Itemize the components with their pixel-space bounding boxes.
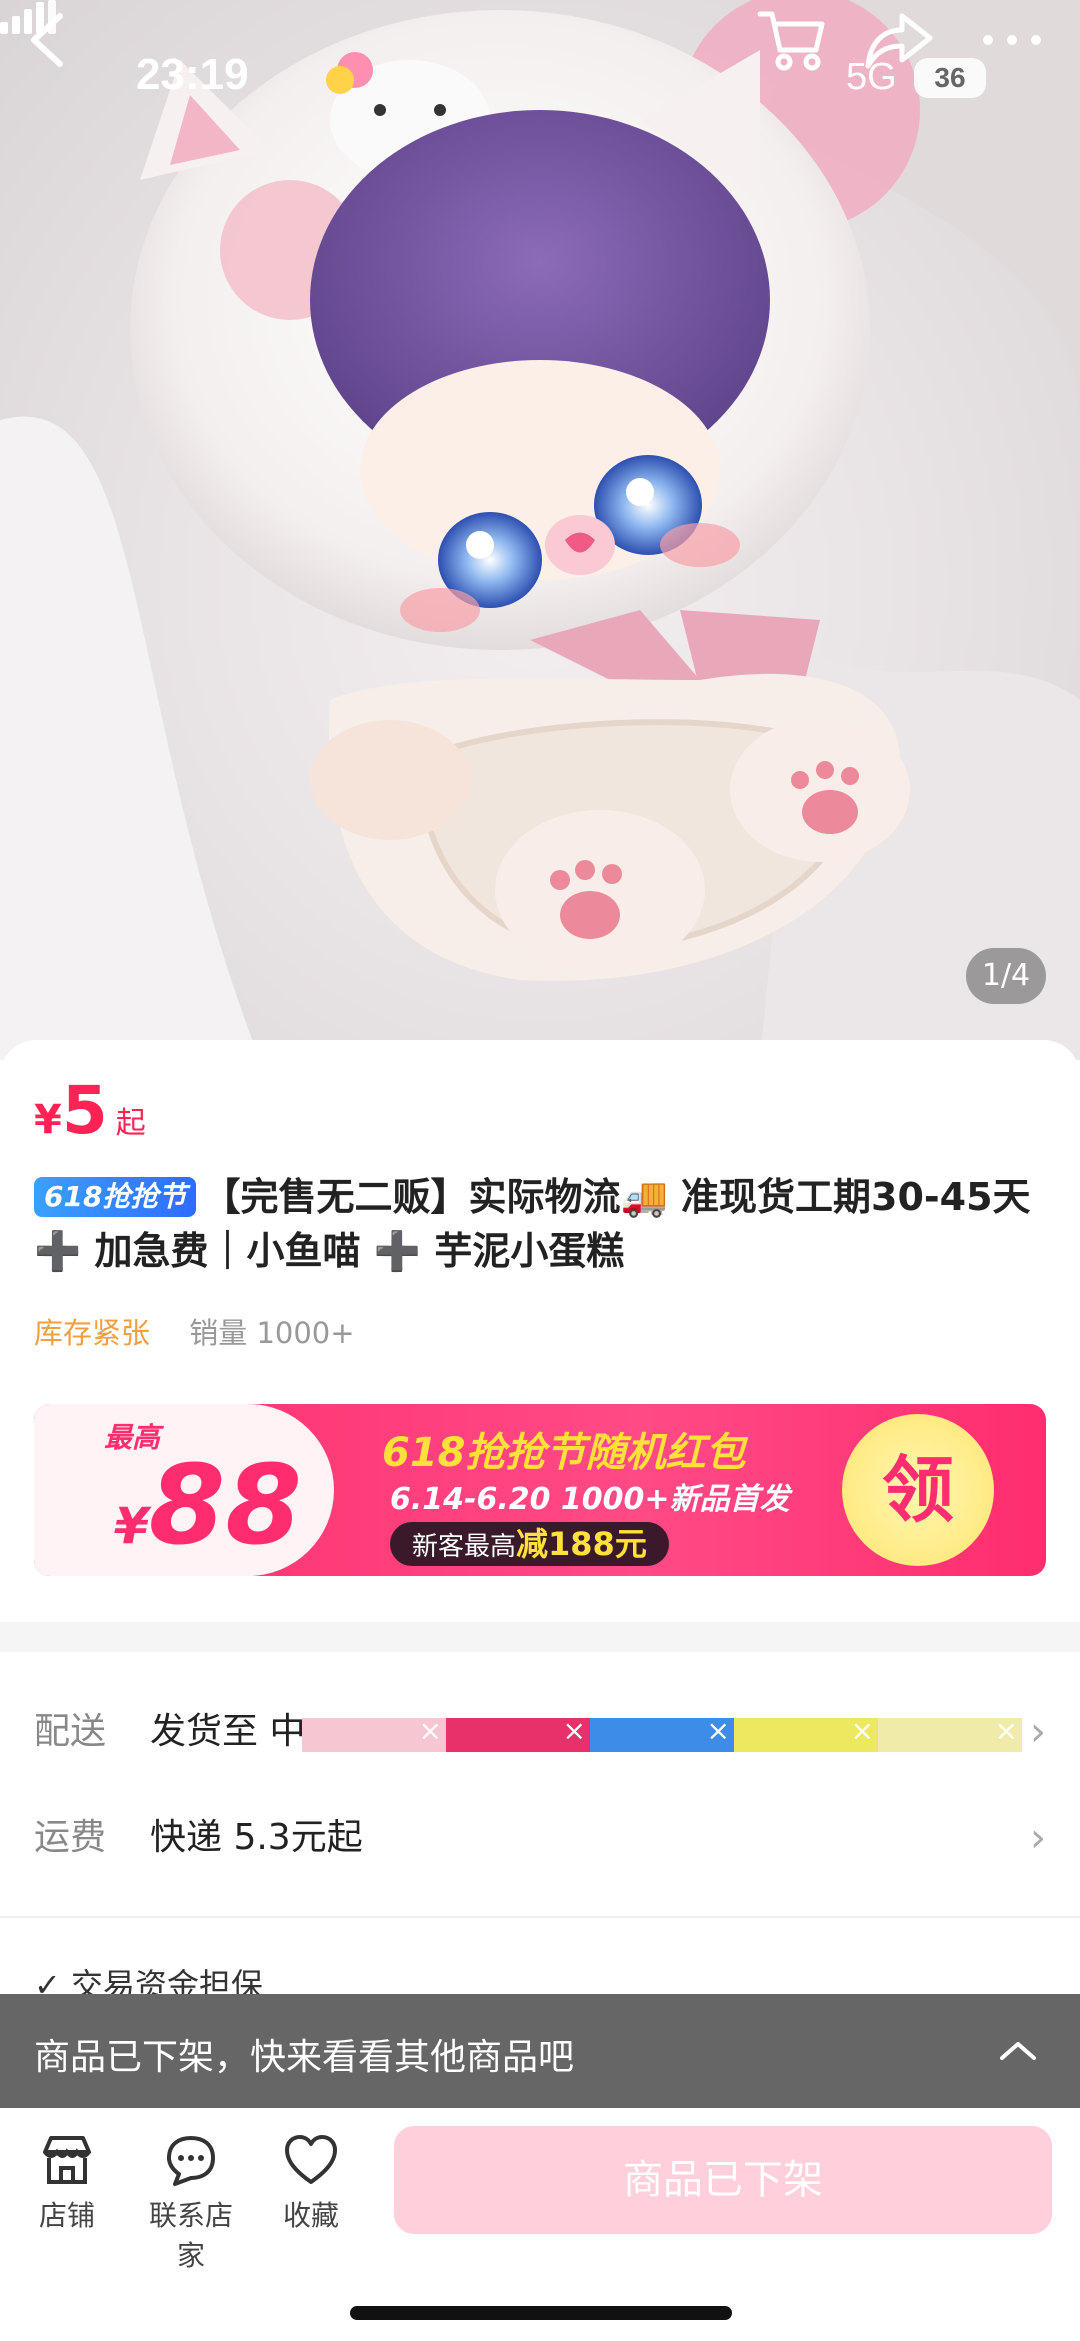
close-icon: × [850,1714,874,1747]
chat-icon [167,2136,215,2186]
delisted-toast[interactable]: 商品已下架，快来看看其他商品吧 [0,1994,1080,2108]
product-image[interactable]: 23:19 5G 36 1/4 [0,0,1080,1060]
strip-segment: × [446,1714,590,1752]
price-suffix: 起 [115,1106,146,1141]
sales-count: 销量 1000+ [189,1316,355,1350]
contact-label: 联系店家 [148,2199,233,2272]
more-icon[interactable] [972,0,1052,80]
banner-subtitle: 6.14-6.20 1000+新品首发 [390,1482,790,1517]
strip-segment: × [302,1714,446,1752]
pill-prefix: 新客最高 [412,1532,517,1562]
strip-segment: × [878,1714,1022,1752]
color-overlay-strip: × × × × × [302,1714,1022,1752]
close-icon: × [994,1714,1018,1747]
pill-highlight: 减188元 [516,1525,647,1563]
close-icon: × [706,1714,730,1747]
chevron-right-icon: › [1030,1815,1046,1861]
home-indicator[interactable] [350,2306,732,2320]
price: ¥5 起 [34,1072,146,1149]
price-value: 5 [61,1072,108,1149]
delivery-value: 发货至 中 [150,1711,306,1752]
delivery-label: 配送 [34,1711,107,1752]
shop-label: 店铺 [38,2199,95,2232]
price-currency: ¥ [34,1097,62,1143]
shipping-label: 运费 [34,1817,107,1858]
back-icon[interactable] [10,0,90,80]
banner-title: 618抢抢节随机红包 [382,1430,746,1476]
red-packet-banner[interactable]: 最高 ¥88 618抢抢节随机红包 6.14-6.20 1000+新品首发 新客… [34,1404,1046,1576]
shipping-row[interactable]: 运费 快递 5.3元起 › [34,1798,1046,1878]
sale-event-tag: 618抢抢节 [34,1177,197,1217]
coupon-ticket: 最高 ¥88 [34,1404,334,1576]
claim-button[interactable]: 领 [842,1414,994,1566]
coupon-currency: ¥ [114,1497,149,1555]
favorite-label: 收藏 [282,2199,339,2232]
plush-doll-illustration [0,0,1080,1060]
shop-icon [43,2136,91,2184]
heart-icon [285,2135,337,2184]
favorite-button[interactable]: 收藏 [256,2130,366,2234]
delisted-cta-button[interactable]: 商品已下架 [394,2126,1052,2234]
close-icon: × [418,1714,442,1747]
status-time: 23:19 [136,50,249,99]
divider [0,1916,1080,1918]
new-customer-pill: 新客最高减188元 [390,1522,669,1566]
shop-button[interactable]: 店铺 [12,2130,122,2234]
contact-seller-button[interactable]: 联系店家 [136,2130,246,2274]
coupon-value: 88 [148,1441,302,1569]
product-title: 618抢抢节 【完售无二贩】实际物流🚚 准现货工期30-45天 ➕ 加急费｜小鱼喵… [34,1170,1044,1278]
strip-segment: × [734,1714,878,1752]
close-icon: × [562,1714,586,1747]
chevron-up-icon[interactable] [990,2022,1046,2078]
toast-text: 商品已下架，快来看看其他商品吧 [34,2037,575,2078]
coupon-amount: ¥88 [114,1440,302,1576]
chevron-right-icon: › [1030,1709,1046,1755]
share-icon[interactable] [860,0,940,80]
shipping-value: 快递 5.3元起 [150,1817,363,1858]
stock-tag: 库存紧张 [34,1316,151,1350]
cart-icon[interactable] [752,0,832,80]
strip-segment: × [590,1714,734,1752]
product-tags: 库存紧张 销量 1000+ [34,1310,355,1352]
image-page-counter: 1/4 [966,948,1046,1004]
section-divider [0,1622,1080,1652]
